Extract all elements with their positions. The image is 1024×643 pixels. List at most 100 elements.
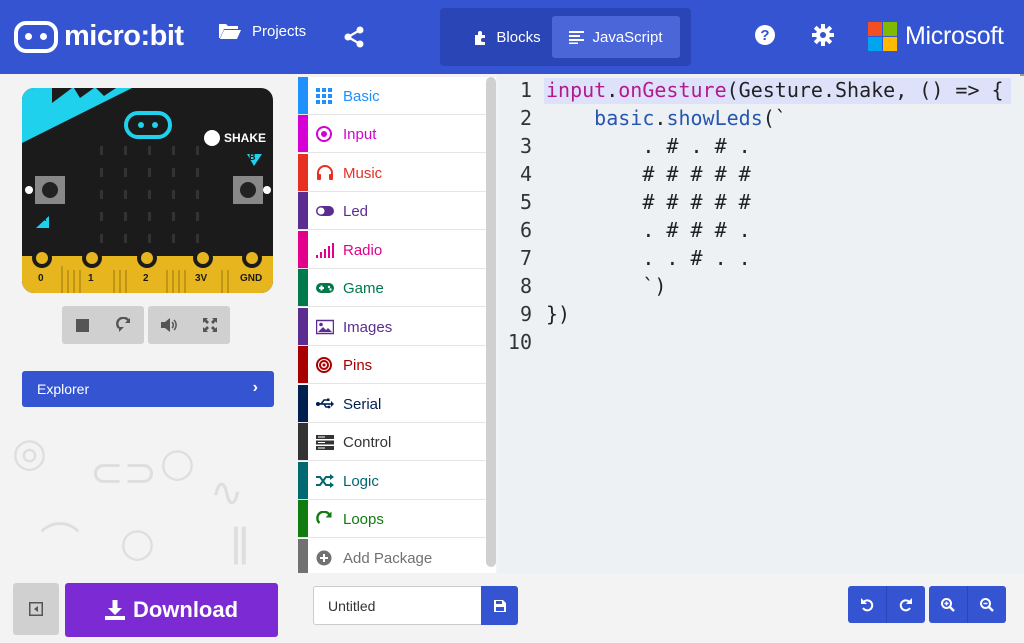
- code-token: .: [654, 106, 667, 130]
- blocks-mode-label: Blocks: [496, 28, 541, 46]
- projects-button[interactable]: Projects: [218, 22, 306, 40]
- help-button[interactable]: ?: [754, 24, 776, 51]
- toolbox-item-logic[interactable]: Logic: [298, 462, 486, 500]
- code-line[interactable]: 4 # # # # #: [498, 160, 1024, 188]
- toolbox-label: Serial: [343, 396, 382, 413]
- project-name-input[interactable]: Untitled: [313, 586, 482, 625]
- microsoft-logo[interactable]: Microsoft: [868, 22, 1004, 51]
- volume-icon: [160, 318, 177, 332]
- code-line[interactable]: 6 . # # # .: [498, 216, 1024, 244]
- gesture-label: SHAKE: [224, 131, 267, 145]
- toolbox-label: Add Package: [343, 550, 433, 567]
- microbit-logo[interactable]: micro:bit: [14, 20, 184, 53]
- toolbox-label: Game: [343, 280, 384, 297]
- javascript-mode-button[interactable]: JavaScript: [552, 16, 680, 58]
- stop-icon: [76, 318, 89, 332]
- code-text: . # # # .: [546, 218, 751, 242]
- toolbox-label: Radio: [343, 242, 383, 259]
- code-text: `): [546, 274, 667, 298]
- line-number: 6: [519, 218, 532, 242]
- usb-icon: [316, 398, 334, 409]
- zoom-out-button[interactable]: [968, 586, 1006, 623]
- code-token: basic: [594, 106, 655, 130]
- stop-button[interactable]: [62, 306, 103, 344]
- bullseye-icon: [316, 357, 332, 373]
- board-graphic: [22, 88, 273, 293]
- toolbox-item-pins[interactable]: Pins: [298, 346, 486, 384]
- toolbox-item-images[interactable]: Images: [298, 308, 486, 346]
- explorer-label: Explorer: [37, 381, 90, 397]
- save-icon: [493, 599, 506, 612]
- toolbox-label: Control: [343, 434, 392, 451]
- code-line[interactable]: 9 }): [498, 300, 1024, 328]
- toolbox-item-add-package[interactable]: Add Package: [298, 539, 486, 577]
- explorer-button[interactable]: Explorer ›: [22, 371, 274, 407]
- toolbox-item-led[interactable]: Led: [298, 192, 486, 230]
- puzzle-icon: [475, 30, 486, 45]
- collapse-simulator-button[interactable]: [13, 583, 59, 635]
- code-line[interactable]: 8 `): [498, 272, 1024, 300]
- code-line[interactable]: 7 . . # . .: [498, 244, 1024, 272]
- line-number: 1: [519, 78, 532, 102]
- code-line[interactable]: 1 input.onGesture(Gesture.Shake, () => {: [498, 76, 1024, 104]
- simulator-controls: [62, 306, 234, 344]
- code-line[interactable]: 5 # # # # #: [498, 188, 1024, 216]
- pin-label: 3V: [195, 273, 208, 284]
- code-editor[interactable]: 1 input.onGesture(Gesture.Shake, () => {…: [498, 74, 1024, 573]
- toolbox-item-loops[interactable]: Loops: [298, 500, 486, 538]
- code-text: # # # # #: [546, 190, 751, 214]
- pin-label: 2: [143, 273, 149, 284]
- collapse-left-icon: [29, 602, 43, 616]
- toolbox-label: Images: [343, 319, 393, 336]
- fullscreen-button[interactable]: [189, 306, 230, 344]
- toolbox-label: Led: [343, 203, 369, 220]
- toolbox-item-music[interactable]: Music: [298, 154, 486, 192]
- line-number: 9: [519, 302, 532, 326]
- pin-label: 1: [88, 273, 94, 284]
- toolbox-scrollbar[interactable]: [486, 77, 496, 567]
- settings-button[interactable]: [812, 24, 834, 51]
- fullscreen-icon: [202, 318, 217, 332]
- server-icon: [316, 435, 334, 450]
- toolbox-item-game[interactable]: Game: [298, 269, 486, 307]
- share-button[interactable]: [343, 26, 365, 53]
- line-number: 4: [519, 162, 532, 186]
- restart-button[interactable]: [103, 306, 144, 344]
- plus-circle-icon: [316, 550, 332, 566]
- toolbox-item-radio[interactable]: Radio: [298, 231, 486, 269]
- pin-label: GND: [240, 273, 263, 284]
- top-bar: micro:bit Projects Blocks JavaScript ? M…: [0, 0, 1024, 74]
- zoom-in-button[interactable]: [929, 586, 967, 623]
- code-line[interactable]: 2 basic.showLeds(`: [498, 104, 1024, 132]
- button-a-label: A: [40, 213, 47, 223]
- toolbox-item-input[interactable]: Input: [298, 115, 486, 153]
- code-line[interactable]: 3 . # . # .: [498, 132, 1024, 160]
- code-line[interactable]: 10: [498, 328, 1024, 356]
- download-button[interactable]: Download: [65, 583, 278, 637]
- toolbox-label: Input: [343, 126, 377, 143]
- download-label: Download: [132, 597, 239, 622]
- line-number: 7: [519, 246, 532, 270]
- line-number: 5: [519, 190, 532, 214]
- code-token: input: [546, 78, 607, 102]
- signal-icon: [316, 243, 334, 258]
- save-button[interactable]: [481, 586, 518, 625]
- toggle-icon: [316, 206, 334, 216]
- toolbox-item-serial[interactable]: Serial: [298, 385, 486, 423]
- mute-button[interactable]: [148, 306, 189, 344]
- svg-text:?: ?: [760, 27, 769, 44]
- redo-icon: [899, 597, 912, 611]
- undo-button[interactable]: [848, 586, 886, 623]
- undo-icon: [861, 597, 874, 611]
- toolbox-label: Basic: [343, 88, 380, 105]
- code-text: }): [546, 302, 571, 326]
- code-token: (Gesture.Shake, () => {: [726, 78, 1004, 102]
- toolbox-item-basic[interactable]: Basic: [298, 77, 486, 115]
- microbit-simulator[interactable]: SHAKE A B 0 1 2 3V GND: [22, 88, 273, 293]
- code-text: # # # # #: [546, 162, 751, 186]
- blocks-mode-button[interactable]: Blocks: [454, 16, 560, 58]
- redo-button[interactable]: [887, 586, 925, 623]
- line-number: 8: [519, 274, 532, 298]
- toolbox-item-control[interactable]: Control: [298, 423, 486, 461]
- projects-label: Projects: [252, 22, 307, 40]
